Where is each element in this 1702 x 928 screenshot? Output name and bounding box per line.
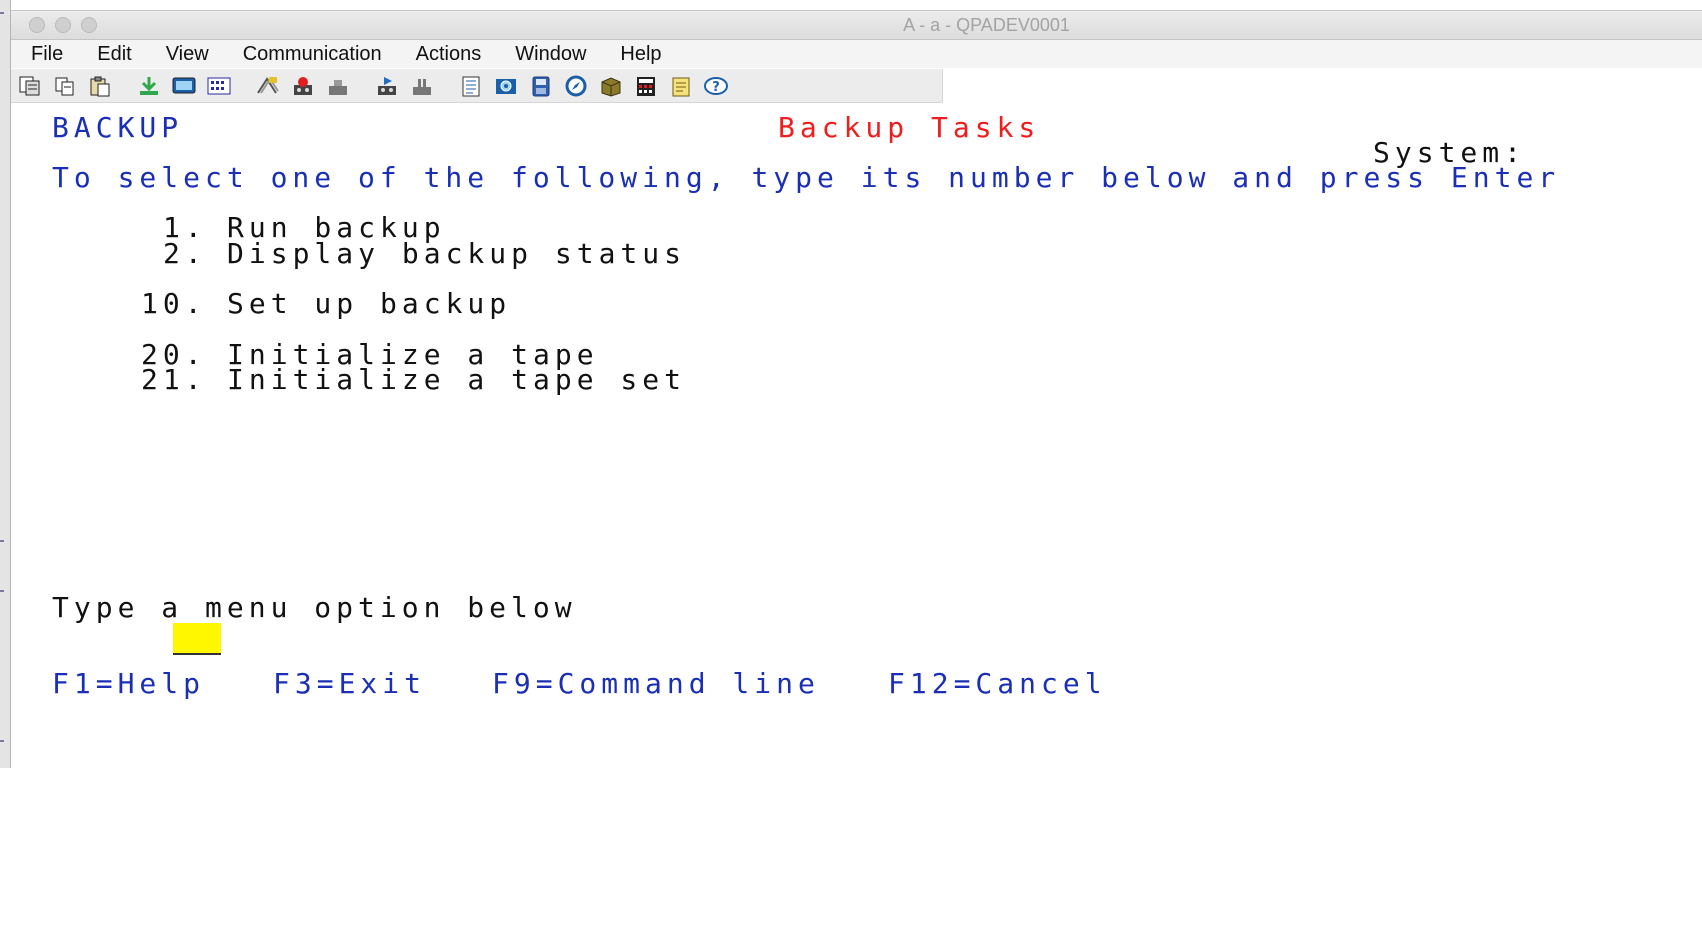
edge-mark (0, 540, 4, 542)
emulator-window: A - a - QPADEV0001 File Edit View Commun… (11, 10, 1702, 769)
function-key-help[interactable]: F1=Help (52, 667, 205, 700)
title-bar[interactable]: A - a - QPADEV0001 (11, 11, 1702, 40)
window-title: A - a - QPADEV0001 (903, 15, 1070, 35)
copy-screen-icon[interactable] (15, 73, 45, 99)
terminal-screen[interactable]: BACKUP Backup Tasks System: To select on… (11, 103, 1702, 769)
edge-mark (0, 590, 4, 592)
play-macro-icon[interactable] (372, 73, 402, 99)
document-icon[interactable] (456, 73, 486, 99)
record-macro-icon[interactable] (288, 73, 318, 99)
option-number: 2. (163, 237, 207, 270)
screen-title: Backup Tasks (778, 111, 1041, 144)
menu-bar: File Edit View Communication Actions Win… (11, 40, 1702, 68)
save-icon[interactable] (526, 73, 556, 99)
edge-mark (0, 12, 4, 14)
menu-view[interactable]: View (146, 43, 223, 66)
menu-option-input[interactable] (173, 623, 221, 655)
stop-macro-icon[interactable] (323, 73, 353, 99)
paste-icon[interactable] (85, 73, 115, 99)
receive-file-icon[interactable] (134, 73, 164, 99)
svg-text:?: ? (712, 80, 720, 95)
menu-edit[interactable]: Edit (77, 43, 145, 66)
menu-id: BACKUP (52, 111, 184, 144)
settings-icon[interactable] (491, 73, 521, 99)
macro-icon[interactable] (253, 73, 283, 99)
option-label: Display backup status (227, 237, 687, 270)
toolbar: ? (11, 69, 943, 103)
option-number: 21. (141, 363, 207, 396)
menu-communication[interactable]: Communication (223, 43, 396, 66)
menu-window[interactable]: Window (495, 43, 600, 66)
option-label: Set up backup (227, 287, 512, 320)
compass-icon[interactable] (561, 73, 591, 99)
menu-actions[interactable]: Actions (396, 43, 496, 66)
background-window-edge (0, 0, 11, 768)
help-icon[interactable]: ? (701, 73, 731, 99)
copy-icon[interactable] (50, 73, 80, 99)
instruction-text: To select one of the following, type its… (52, 161, 1561, 194)
edge-mark (0, 740, 4, 742)
function-key-cancel[interactable]: F12=Cancel (888, 667, 1107, 700)
function-key-command-line[interactable]: F9=Command line (492, 667, 820, 700)
display-icon[interactable] (169, 73, 199, 99)
notes-icon[interactable] (666, 73, 696, 99)
function-key-exit[interactable]: F3=Exit (273, 667, 426, 700)
menu-prompt: Type a menu option below (52, 591, 577, 624)
option-number: 10. (141, 287, 207, 320)
menu-help[interactable]: Help (600, 43, 675, 66)
option-label: Initialize a tape set (227, 363, 687, 396)
package-icon[interactable] (596, 73, 626, 99)
pause-macro-icon[interactable] (407, 73, 437, 99)
calculator-icon[interactable] (631, 73, 661, 99)
keypad-icon[interactable] (204, 73, 234, 99)
menu-file[interactable]: File (11, 43, 77, 66)
